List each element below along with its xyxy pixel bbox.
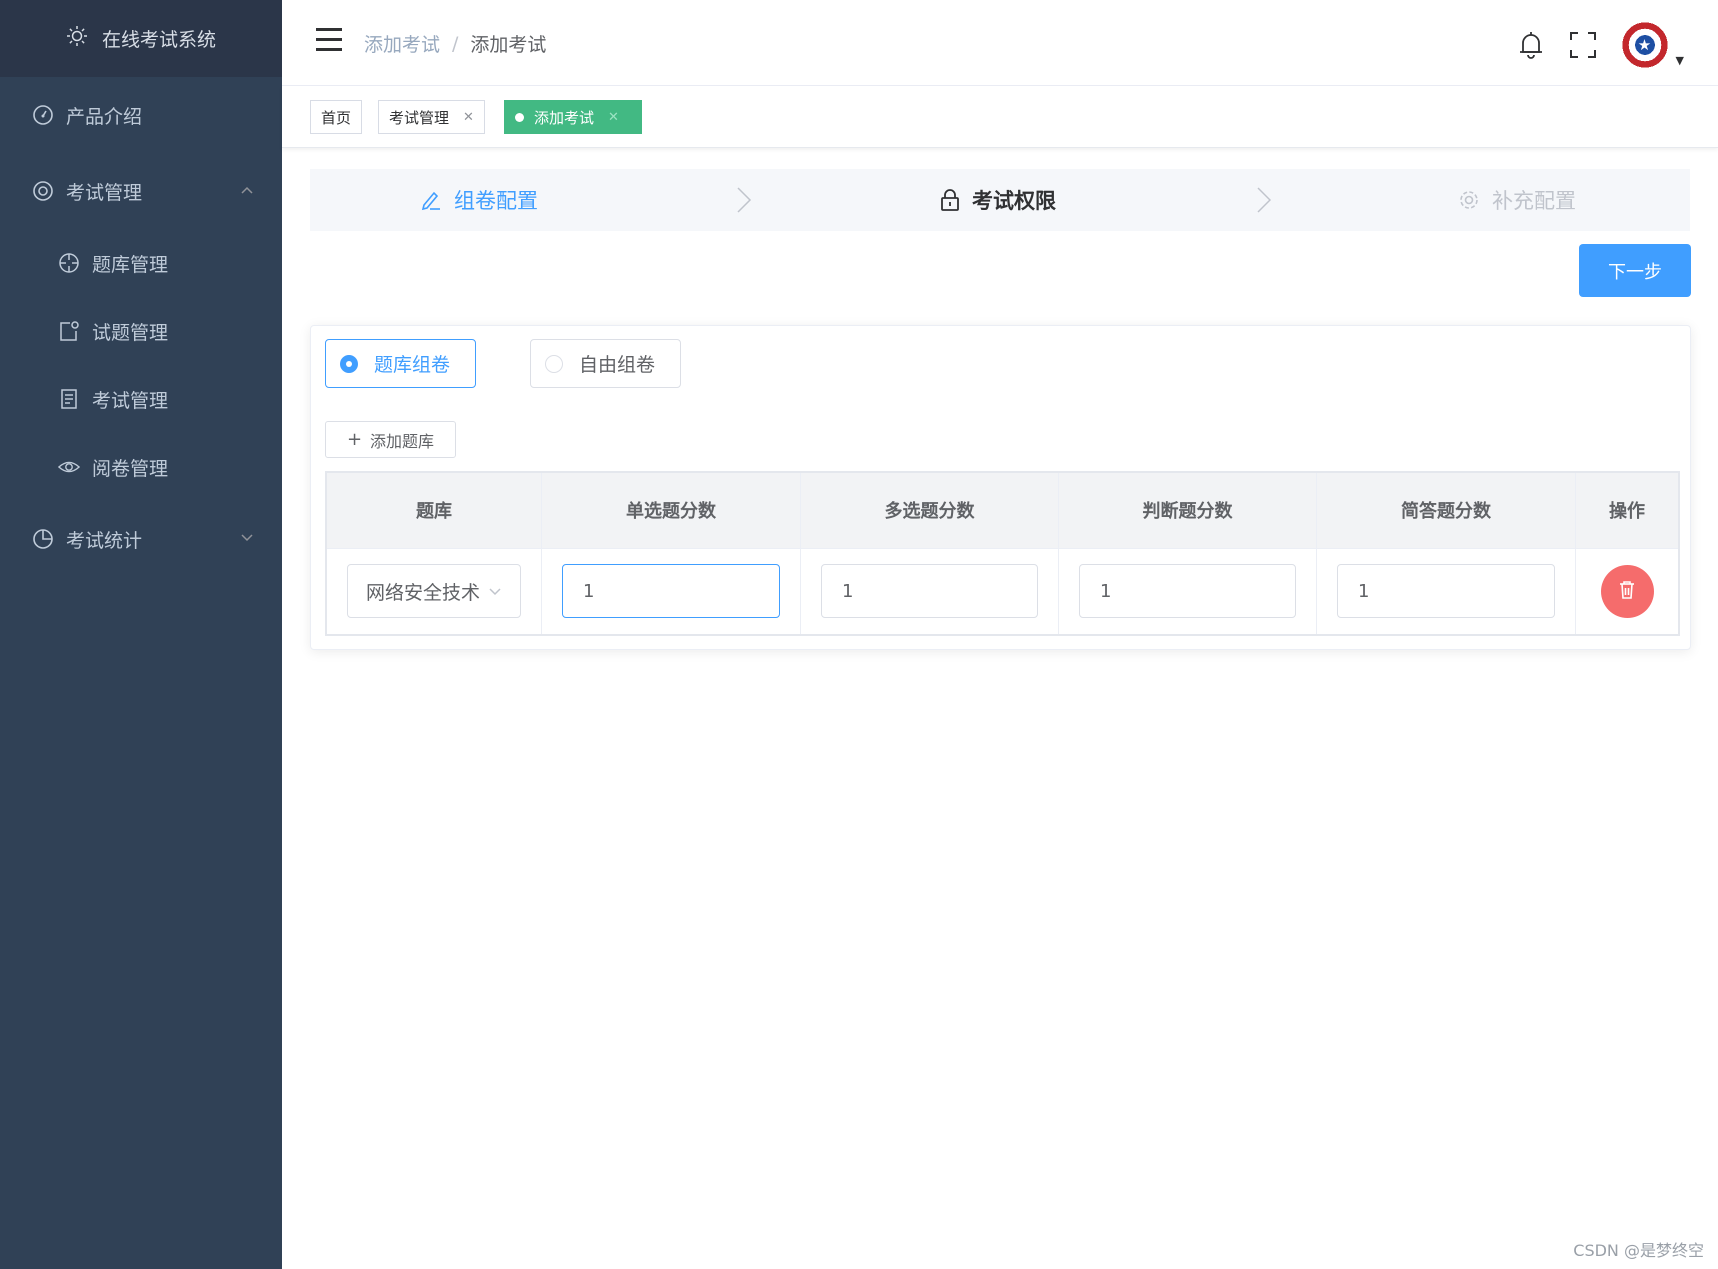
- short-answer-score-cell: [1316, 547, 1576, 635]
- edit-icon: [420, 189, 442, 211]
- app-title: 在线考试系统: [101, 29, 216, 51]
- sidebar-subitem-grading-management[interactable]: 阅卷管理: [0, 433, 282, 501]
- true-false-score-input[interactable]: [1079, 564, 1296, 619]
- sun-icon: [66, 25, 88, 52]
- next-step-button[interactable]: 下一步: [1579, 244, 1691, 297]
- sidebar-item-label: 考试管理: [66, 181, 143, 204]
- add-bank-label: 添加题库: [370, 431, 435, 451]
- sidebar-subitem-label: 考试管理: [92, 389, 169, 412]
- gauge-icon: [32, 104, 54, 126]
- tag-label: 添加考试: [534, 108, 595, 127]
- sidebar-item-exam-management[interactable]: 考试管理: [0, 153, 282, 229]
- column-header: 操作: [1575, 472, 1679, 548]
- table-header-row: 题库 单选题分数 多选题分数 判断题分数 简答题分数 操作: [326, 472, 1679, 548]
- column-header: 单选题分数: [541, 472, 801, 548]
- tag-home[interactable]: 首页: [310, 100, 363, 134]
- step-label: 考试权限: [972, 189, 1056, 213]
- table-row: 网络安全技术: [326, 547, 1679, 635]
- breadcrumb: 添加考试 / 添加考试: [364, 30, 546, 57]
- avatar[interactable]: ★: [1619, 20, 1670, 70]
- breadcrumb-separator: /: [452, 32, 459, 55]
- note-add-icon: [58, 320, 80, 342]
- step-arrow-icon: [737, 187, 752, 213]
- step-arrow-icon: [1257, 187, 1272, 213]
- step-exam-permission[interactable]: 考试权限: [940, 169, 1056, 231]
- judge-score-cell: [1058, 547, 1317, 635]
- fullscreen-icon[interactable]: [1568, 30, 1598, 60]
- trash-icon: [1618, 580, 1636, 603]
- sidebar-subitem-label: 试题管理: [92, 321, 169, 344]
- multi-choice-score-input[interactable]: [821, 564, 1038, 619]
- star-icon: ★: [1637, 36, 1652, 54]
- radio-circle: [545, 354, 563, 373]
- tag-label: 首页: [321, 108, 352, 127]
- single-choice-score-input[interactable]: [562, 564, 780, 619]
- top-navbar: 添加考试 / 添加考试 ★ ▼: [282, 0, 1718, 86]
- steps-bar: 组卷配置 考试权限 补充配置: [310, 169, 1690, 231]
- tag-add-exam[interactable]: 添加考试 ✕: [504, 100, 642, 134]
- pie-chart-icon: [32, 528, 54, 550]
- sidebar: 在线考试系统 产品介绍 考试管理 题库管理 试题管理 考试管理 阅卷管理 考试统…: [0, 0, 282, 1269]
- sidebar-logo[interactable]: 在线考试系统: [0, 0, 282, 77]
- sidebar-subitem-label: 阅卷管理: [92, 457, 169, 480]
- column-header: 题库: [326, 472, 542, 548]
- sidebar-subitem-question-management[interactable]: 试题管理: [0, 297, 282, 365]
- breadcrumb-item[interactable]: 添加考试: [364, 30, 440, 57]
- header-actions: ★ ▼: [1516, 20, 1684, 70]
- radio-label: 题库组卷: [374, 354, 451, 376]
- watermark: CSDN @是梦终空: [1573, 1241, 1704, 1260]
- short-answer-score-input[interactable]: [1337, 564, 1555, 619]
- single-score-cell: [541, 547, 801, 635]
- close-icon[interactable]: ✕: [608, 110, 619, 125]
- tag-exam-management[interactable]: 考试管理 ✕: [378, 100, 485, 134]
- bell-icon[interactable]: [1516, 30, 1546, 60]
- bank-score-table: 题库 单选题分数 多选题分数 判断题分数 简答题分数 操作 网络安全技术: [325, 471, 1680, 636]
- chevron-up-icon: [240, 183, 254, 199]
- radio-free-paper[interactable]: 自由组卷: [530, 339, 681, 388]
- radio-circle: [340, 354, 358, 373]
- multi-score-cell: [800, 547, 1059, 635]
- lifebuoy-icon: [32, 180, 54, 202]
- sidebar-item-product-intro[interactable]: 产品介绍: [0, 77, 282, 153]
- radio-bank-paper[interactable]: 题库组卷: [325, 339, 476, 388]
- active-dot-icon: [515, 112, 524, 122]
- gear-icon: [1458, 189, 1480, 211]
- sidebar-subitem-bank-management[interactable]: 题库管理: [0, 229, 282, 297]
- plus-icon: +: [346, 429, 363, 450]
- tags-view: 首页 考试管理 ✕ 添加考试 ✕: [282, 86, 1718, 148]
- add-bank-button[interactable]: + 添加题库: [325, 421, 456, 458]
- breadcrumb-current: 添加考试: [470, 34, 547, 56]
- tag-label: 考试管理: [389, 108, 450, 127]
- column-header: 简答题分数: [1316, 472, 1576, 548]
- bank-select-value: 网络安全技术: [366, 581, 481, 604]
- step-paper-config[interactable]: 组卷配置: [420, 169, 538, 231]
- delete-row-button[interactable]: [1600, 564, 1654, 618]
- paper-config-card: 题库组卷 自由组卷 + 添加题库 题库 单选题分数 多选题分数 判断题分数 简答…: [310, 325, 1691, 650]
- column-header: 多选题分数: [800, 472, 1059, 548]
- crosshair-icon: [58, 252, 80, 274]
- step-label: 补充配置: [1492, 189, 1576, 213]
- bank-select[interactable]: 网络安全技术: [347, 564, 521, 619]
- chevron-down-icon: [240, 531, 254, 547]
- eye-icon: [58, 456, 80, 478]
- action-cell: [1575, 547, 1679, 635]
- chevron-down-icon: [488, 580, 502, 602]
- radio-label: 自由组卷: [579, 354, 656, 376]
- column-header: 判断题分数: [1058, 472, 1317, 548]
- sidebar-subitem-exam-management[interactable]: 考试管理: [0, 365, 282, 433]
- hamburger-menu-icon[interactable]: [316, 28, 344, 54]
- sidebar-item-label: 考试统计: [66, 529, 143, 552]
- sidebar-subitem-label: 题库管理: [92, 253, 169, 276]
- step-label: 组卷配置: [454, 189, 538, 213]
- lock-icon: [940, 189, 960, 211]
- step-extra-config[interactable]: 补充配置: [1458, 169, 1576, 231]
- bank-cell: 网络安全技术: [326, 547, 542, 635]
- sidebar-item-label: 产品介绍: [66, 105, 143, 128]
- close-icon[interactable]: ✕: [463, 110, 474, 125]
- sidebar-item-exam-statistics[interactable]: 考试统计: [0, 501, 282, 577]
- caret-down-icon[interactable]: ▼: [1676, 54, 1684, 67]
- document-icon: [58, 388, 80, 410]
